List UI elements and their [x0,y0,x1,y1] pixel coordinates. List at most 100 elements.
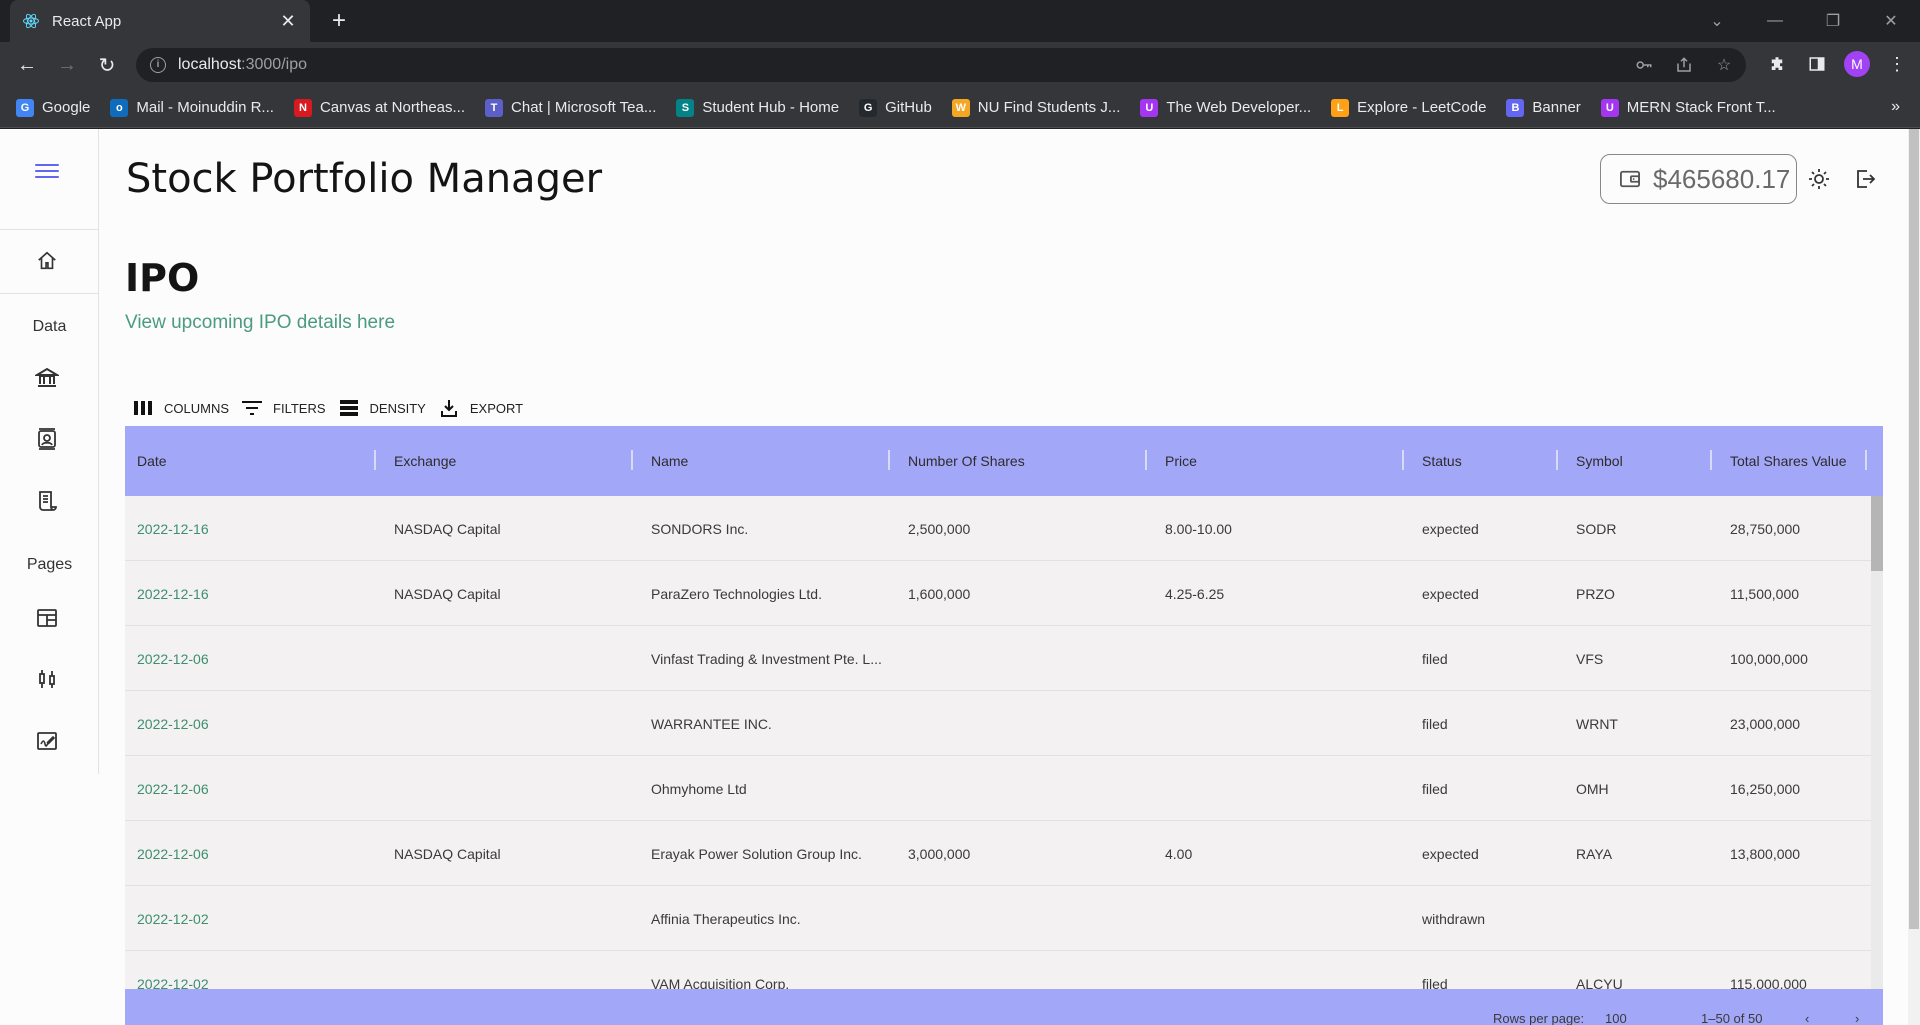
page-scrollbar-thumb[interactable] [1909,129,1919,929]
column-separator[interactable] [631,450,633,470]
bookmark-star-icon[interactable]: ☆ [1714,55,1734,75]
next-page-icon[interactable]: › [1855,1011,1859,1025]
cell-date: 2022-12-16 [137,585,209,602]
cell-name: Affinia Therapeutics Inc. [651,910,801,927]
browser-tab[interactable]: React App ✕ [10,0,310,42]
column-separator[interactable] [1865,450,1867,470]
hamburger-menu-icon[interactable] [35,164,59,184]
cell-price: 8.00-10.00 [1165,520,1232,537]
column-separator[interactable] [1556,450,1558,470]
bookmark-label: Canvas at Northeas... [319,99,466,116]
column-header[interactable]: Symbol [1564,426,1623,496]
signature-icon[interactable] [34,728,60,754]
cell-total: 100,000,000 [1730,650,1808,667]
cell-total [1718,886,1863,951]
bookmark-item[interactable]: G GitHub [859,98,932,117]
close-tab-icon[interactable]: ✕ [278,11,298,32]
column-header[interactable]: Date [125,426,167,496]
home-icon[interactable] [34,248,60,274]
column-separator[interactable] [1710,450,1712,470]
react-icon [22,12,40,30]
forward-arrow-icon[interactable]: → [52,50,82,80]
restore-button[interactable]: ❐ [1804,0,1862,42]
site-info-icon[interactable]: i [150,57,166,73]
filters-button[interactable]: FILTERS [241,398,326,418]
cell-name: ParaZero Technologies Ltd. [651,585,822,602]
theme-toggle-sun-icon[interactable] [1805,165,1833,193]
columns-button[interactable]: COLUMNS [132,398,229,418]
extensions-icon[interactable] [1764,50,1790,78]
bookmark-item[interactable]: U MERN Stack Front T... [1600,98,1776,117]
column-separator[interactable] [1145,450,1147,470]
cell-exchange: NASDAQ Capital [394,520,501,537]
column-header[interactable]: Name [639,426,688,496]
profile-avatar[interactable]: M [1844,51,1870,77]
sidebar-divider [0,293,99,294]
cell-price [1153,756,1400,821]
contacts-icon[interactable] [34,426,60,452]
bookmark-label: GitHub [885,99,932,116]
wallet-amount: $465680.17 [1653,163,1791,194]
page-scrollbar[interactable] [1908,129,1920,1025]
bookmark-item[interactable]: L Explore - LeetCode [1331,98,1486,117]
column-separator[interactable] [374,450,376,470]
table-row[interactable]: 2022-12-06 NASDAQ Capital Erayak Power Sol… [125,821,1871,886]
candlestick-chart-icon[interactable] [34,666,60,692]
bookmark-item[interactable]: U The Web Developer... [1140,98,1311,117]
export-button[interactable]: EXPORT [438,398,523,418]
column-header[interactable]: Status [1410,426,1462,496]
column-header[interactable]: Number Of Shares [896,426,1025,496]
bookmark-item[interactable]: G Google [16,98,90,117]
bank-icon[interactable] [34,365,60,391]
cell-date: 2022-12-02 [137,910,209,927]
table-row[interactable]: 2022-12-06 Ohmyhome Ltd filed OMH 16,250,000 [125,756,1871,821]
menu-kebab-icon[interactable]: ⋮ [1884,50,1910,78]
column-header[interactable]: Price [1153,426,1197,496]
side-panel-icon[interactable] [1804,50,1830,78]
bookmark-item[interactable]: B Banner [1506,98,1581,117]
table-row[interactable]: 2022-12-16 NASDAQ Capital SONDORS Inc. 2,50… [125,496,1871,561]
cell-status: filed [1422,780,1448,797]
table-row[interactable]: 2022-12-16 NASDAQ Capital ParaZero Technol… [125,561,1871,626]
share-icon[interactable] [1674,55,1694,75]
minimize-button[interactable]: — [1746,0,1804,42]
cell-name: WARRANTEE INC. [651,715,772,732]
bookmark-item[interactable]: S Student Hub - Home [676,98,839,117]
bookmark-label: NU Find Students J... [977,99,1121,116]
cell-date: 2022-12-16 [137,520,209,537]
bookmark-item[interactable]: T Chat | Microsoft Tea... [485,98,656,117]
tab-search-icon[interactable]: ⌄ [1688,0,1746,42]
bookmark-item[interactable]: N Canvas at Northeas... [293,98,466,117]
rows-per-page-label: Rows per page: [1493,1011,1585,1025]
column-separator[interactable] [1402,450,1404,470]
key-icon[interactable] [1634,55,1654,75]
address-bar[interactable]: i localhost:3000/ipo ☆ [136,48,1746,82]
cell-symbol: WRNT [1576,715,1618,732]
grid-scrollbar[interactable] [1871,496,1883,1025]
bookmark-favicon-icon: L [1331,98,1350,117]
reload-icon[interactable]: ↻ [92,50,122,80]
logout-icon[interactable] [1851,165,1879,193]
new-tab-button[interactable]: + [325,8,353,36]
column-header[interactable]: Exchange [382,426,456,496]
table-row[interactable]: 2022-12-06 WARRANTEE INC. filed WRNT 23,000,… [125,691,1871,756]
grid-scrollbar-thumb[interactable] [1871,496,1883,571]
back-arrow-icon[interactable]: ← [12,50,42,80]
rows-per-page-select[interactable]: 100 [1605,1011,1627,1025]
url-host: localhost [178,56,242,73]
cell-total: 13,800,000 [1730,845,1801,862]
close-window-button[interactable]: ✕ [1862,0,1920,42]
table-row[interactable]: 2022-12-02 Affinia Therapeutics Inc. withd… [125,886,1871,951]
prev-page-icon[interactable]: ‹ [1805,1011,1809,1025]
bookmark-item[interactable]: o Mail - Moinuddin R... [110,98,274,117]
browser-toolbar: ← → ↻ i localhost:3000/ipo ☆ M ⋮ [0,42,1920,88]
table-row[interactable]: 2022-12-06 Vinfast Trading & Investment P… [125,626,1871,691]
bookmark-item[interactable]: W NU Find Students J... [951,98,1121,117]
column-separator[interactable] [888,450,890,470]
filters-label: FILTERS [273,400,326,416]
density-button[interactable]: DENSITY [338,398,426,418]
bookmarks-overflow-icon[interactable]: » [1891,98,1900,116]
column-header[interactable]: Total Shares Value [1718,426,1846,496]
calendar-view-icon[interactable] [34,605,60,631]
receipt-icon[interactable] [34,488,60,514]
